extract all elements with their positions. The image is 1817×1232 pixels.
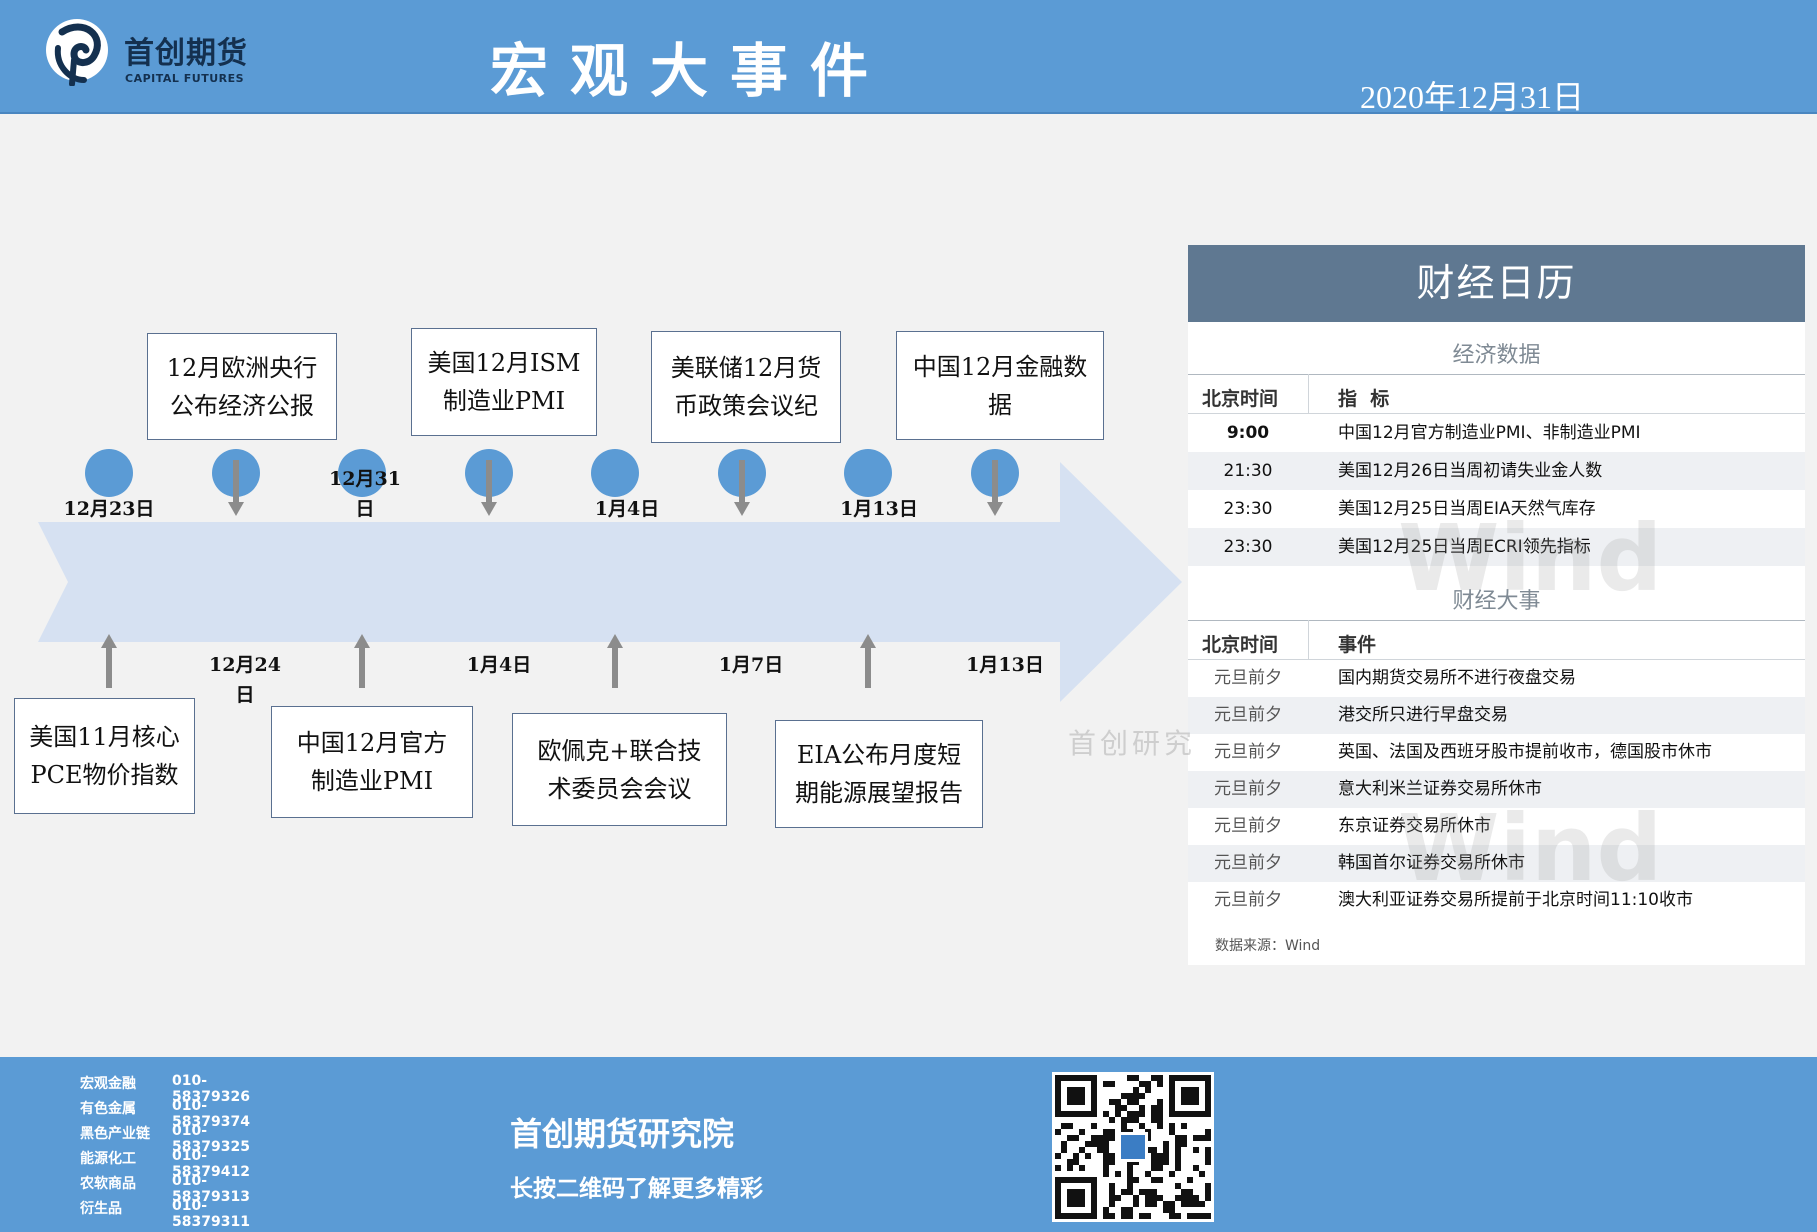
timeline-date-label: 12月24 日 xyxy=(209,654,281,706)
header-bar: 首创期货 CAPITAL FUTURES 宏观大事件 2020年12月31日 xyxy=(0,0,1817,115)
row-time: 元旦前夕 xyxy=(1214,742,1282,762)
top-event-box: 美联储12月货 币政策会议纪 xyxy=(651,331,841,443)
up-arrow-icon xyxy=(607,634,623,688)
top-event-box: 美国12月ISM 制造业PMI xyxy=(411,328,597,436)
event-table-header: 北京时间 事件 xyxy=(1188,620,1805,660)
row-time: 元旦前夕 xyxy=(1214,890,1282,910)
up-arrow-icon xyxy=(101,634,117,688)
timeline-date-label: 1月4日 xyxy=(466,654,532,676)
top-event-box: 中国12月金融数 据 xyxy=(896,331,1104,440)
row-time: 21:30 xyxy=(1223,461,1273,481)
econ-head-item: 指 标 xyxy=(1338,388,1390,410)
cn-watermark: 首创研究 xyxy=(1068,727,1197,760)
timeline-date-label: 1月13日 xyxy=(840,498,918,520)
financial-calendar: 财经日历 经济数据 北京时间 指 标 9:00 中国12月官方制造业PMI、非制造… xyxy=(1188,245,1805,965)
row-item: 美国12月26日当周初请失业金人数 xyxy=(1338,461,1603,481)
econ-head-time: 北京时间 xyxy=(1202,388,1279,410)
report-date: 2020年12月31日 xyxy=(1360,79,1585,115)
row-item: 港交所只进行早盘交易 xyxy=(1338,705,1508,725)
row-item: 英国、法国及西班牙股市提前收市，德国股市休市 xyxy=(1338,742,1712,762)
logo-name-en: CAPITAL FUTURES xyxy=(125,72,245,85)
contact-dept: 宏观金融 xyxy=(80,1076,136,1092)
footer-org-name: 首创期货研究院 xyxy=(510,1115,735,1153)
econ-table-header: 北京时间 指 标 xyxy=(1188,374,1805,414)
wind-watermark: Wind xyxy=(1398,505,1663,612)
row-time: 元旦前夕 xyxy=(1214,779,1282,799)
table-row: 21:30 美国12月26日当周初请失业金人数 xyxy=(1188,452,1805,490)
row-item: 中国12月官方制造业PMI、非制造业PMI xyxy=(1338,423,1641,443)
row-time: 9:00 xyxy=(1226,423,1270,443)
contact-dept: 衍生品 xyxy=(80,1201,122,1217)
wind-watermark: Wind xyxy=(1398,795,1663,902)
up-arrow-icon xyxy=(354,634,370,688)
timeline-date-label: 12月31 日 xyxy=(329,468,401,520)
top-event-box: 12月欧洲央行 公布经济公报 xyxy=(147,333,337,440)
row-time: 元旦前夕 xyxy=(1214,668,1282,688)
contact-phone: 010-58379311 xyxy=(172,1198,250,1230)
row-time: 元旦前夕 xyxy=(1214,705,1282,725)
logo: 首创期货 CAPITAL FUTURES xyxy=(44,14,254,86)
row-time: 23:30 xyxy=(1223,537,1273,557)
row-time: 元旦前夕 xyxy=(1214,853,1282,873)
table-row: 9:00 中国12月官方制造业PMI、非制造业PMI xyxy=(1188,414,1805,452)
row-item: 国内期货交易所不进行夜盘交易 xyxy=(1338,668,1576,688)
logo-swirl-icon xyxy=(46,19,108,86)
econ-column-divider xyxy=(1308,374,1309,414)
table-row: 元旦前夕 港交所只进行早盘交易 xyxy=(1188,697,1805,734)
contact-dept: 有色金属 xyxy=(80,1101,136,1117)
timeline-graphic xyxy=(38,449,1182,702)
logo-name-cn: 首创期货 xyxy=(124,36,248,71)
timeline-date-label: 1月13日 xyxy=(966,654,1044,676)
data-source: 数据来源：Wind xyxy=(1215,938,1321,954)
contact-dept: 黑色产业链 xyxy=(80,1126,150,1142)
page-title: 宏观大事件 xyxy=(490,37,891,105)
timeline-node xyxy=(591,449,639,497)
bottom-event-box: 美国11月核心 PCE物价指数 xyxy=(14,698,195,814)
row-time: 23:30 xyxy=(1223,499,1273,519)
bottom-event-box: 中国12月官方 制造业PMI xyxy=(271,706,473,818)
timeline-node xyxy=(85,449,133,497)
row-time: 元旦前夕 xyxy=(1214,816,1282,836)
timeline-date-label: 1月4日 xyxy=(594,498,660,520)
up-arrow-icon xyxy=(860,634,876,688)
table-row: 元旦前夕 国内期货交易所不进行夜盘交易 xyxy=(1188,660,1805,697)
calendar-title: 财经日历 xyxy=(1188,245,1805,322)
footer-bar: 宏观金融 010-58379326 有色金属 010-58379374 黑色产业链 010… xyxy=(0,1057,1817,1232)
contact-dept: 能源化工 xyxy=(80,1151,136,1167)
bottom-event-box: 欧佩克+联合技 术委员会会议 xyxy=(512,713,727,826)
timeline-date-label: 1月7日 xyxy=(718,654,784,676)
econ-section-title: 经济数据 xyxy=(1452,343,1541,368)
event-head-time: 北京时间 xyxy=(1202,634,1279,656)
bottom-event-box: EIA公布月度短 期能源展望报告 xyxy=(775,720,983,828)
footer-slogan: 长按二维码了解更多精彩 xyxy=(510,1176,763,1202)
event-column-divider xyxy=(1308,620,1309,660)
event-head-item: 事件 xyxy=(1338,634,1377,656)
qr-code-icon[interactable] xyxy=(1052,1072,1214,1222)
table-row: 元旦前夕 英国、法国及西班牙股市提前收市，德国股市休市 xyxy=(1188,734,1805,771)
timeline-date-label: 12月23日 xyxy=(63,498,155,520)
contact-dept: 农软商品 xyxy=(80,1176,136,1192)
timeline-node xyxy=(844,449,892,497)
timeline-nodes xyxy=(85,449,1019,497)
